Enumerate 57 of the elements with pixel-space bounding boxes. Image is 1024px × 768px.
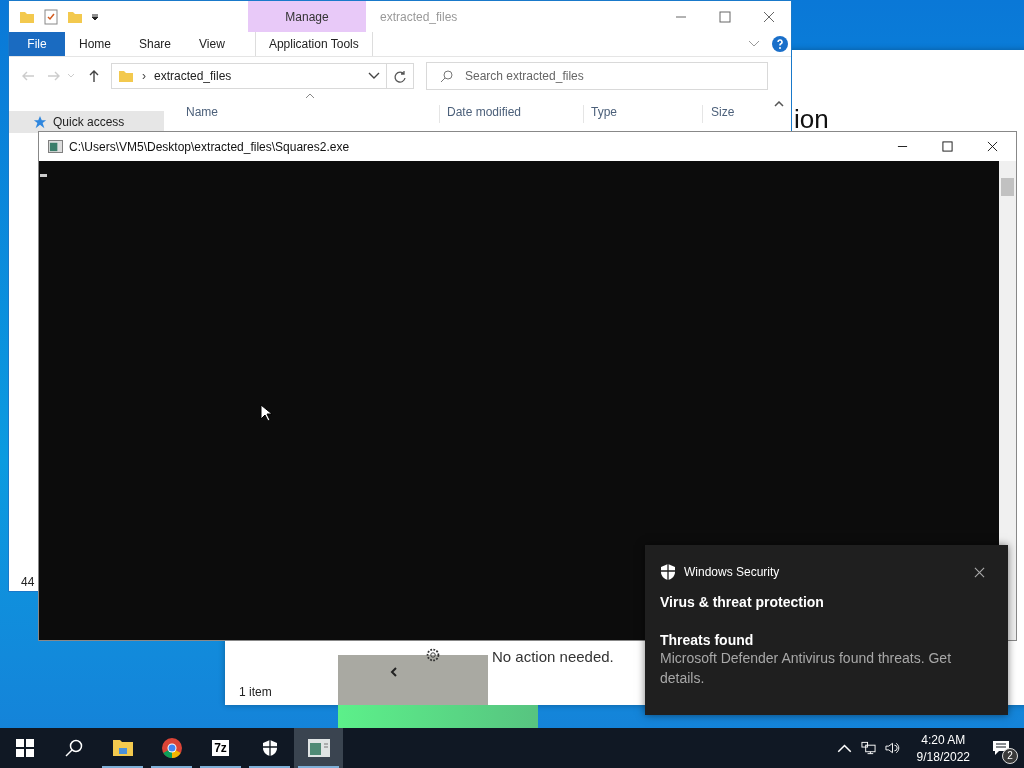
- close-icon[interactable]: [987, 141, 998, 152]
- ribbon-tab[interactable]: Application Tools: [254, 32, 373, 56]
- help-icon[interactable]: [772, 36, 788, 52]
- gear-icon: [424, 646, 442, 664]
- column-header[interactable]: Date modified: [441, 105, 584, 123]
- taskbar-button[interactable]: [294, 728, 343, 768]
- console-icon: [48, 140, 63, 153]
- notification-toast[interactable]: Windows Security Virus & threat protection Threats found Microsoft Defender Antivirus found threats. Get details.: [645, 545, 1008, 715]
- notification-body: Microsoft Defender Antivirus found threats. Get details.: [660, 649, 953, 688]
- notification-title: Virus & threat protection: [660, 594, 825, 610]
- ribbon-tab[interactable]: File: [9, 32, 65, 56]
- clock[interactable]: 4:20 AM 9/18/2022: [908, 732, 978, 764]
- window-title: C:\Users\VM5\Desktop\extracted_files\Squares2.exe: [69, 139, 350, 154]
- close-icon[interactable]: [974, 566, 985, 578]
- refresh-icon: [393, 70, 407, 84]
- notification-count-badge: 2: [1002, 748, 1018, 764]
- chevron-up-icon[interactable]: [836, 741, 852, 755]
- properties-icon[interactable]: [43, 8, 59, 25]
- refresh-button[interactable]: [386, 63, 414, 89]
- maximize-icon[interactable]: [719, 10, 731, 23]
- column-header[interactable]: Size: [705, 105, 765, 123]
- search-icon: [440, 69, 454, 83]
- windows-logo-icon: [15, 739, 34, 757]
- search-icon: [64, 739, 83, 757]
- archiver-icon: 7z: [212, 740, 229, 756]
- window-title: extracted_files: [380, 9, 458, 24]
- chevron-left-icon[interactable]: [390, 667, 398, 677]
- volume-icon[interactable]: [884, 741, 900, 755]
- network-icon[interactable]: [860, 741, 876, 755]
- status-bar-text: 44: [21, 575, 35, 589]
- shield-icon: [260, 739, 279, 757]
- mouse-pointer-icon: [260, 404, 272, 422]
- up-arrow-icon[interactable]: [87, 69, 101, 83]
- column-header[interactable]: Name: [180, 105, 440, 123]
- column-header[interactable]: Type: [585, 105, 703, 123]
- notification-subtitle: Threats found: [660, 632, 755, 648]
- scroll-up-icon[interactable]: [774, 101, 784, 107]
- status-bar-text: 1 item: [239, 685, 272, 699]
- console-icon: [307, 737, 330, 759]
- status-message: No action needed.: [492, 648, 614, 665]
- chevron-down-icon[interactable]: [368, 72, 380, 80]
- heading-text: ion: [794, 107, 829, 131]
- contextual-group-label: Manage: [248, 1, 366, 32]
- app-name: Windows Security: [684, 565, 780, 579]
- nav-item[interactable]: Quick access: [9, 111, 164, 133]
- shield-icon: [660, 563, 676, 581]
- star-icon: [33, 115, 47, 129]
- taskbar-button[interactable]: 7z: [196, 728, 245, 768]
- folder-icon: [111, 737, 134, 759]
- browser-icon: [160, 737, 183, 759]
- address-bar[interactable]: › extracted_files: [111, 63, 387, 89]
- search-field[interactable]: Search extracted_files: [426, 62, 768, 90]
- maximize-icon[interactable]: [942, 141, 953, 152]
- folder-icon: [118, 69, 134, 83]
- dropdown-icon[interactable]: [91, 12, 99, 21]
- text-cursor: [40, 174, 47, 177]
- sort-caret-icon: [305, 93, 315, 99]
